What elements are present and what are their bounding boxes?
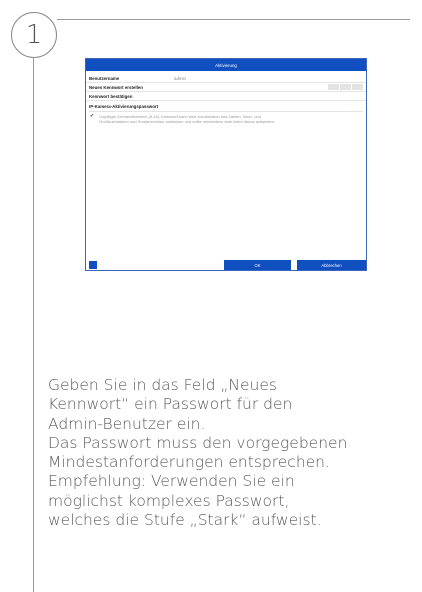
username-label: Benutzername [89, 75, 120, 81]
new-password-label: Neues Kennwort erstellen [89, 84, 143, 90]
strength-segment [340, 84, 351, 90]
step-number-badge: 1 [11, 12, 57, 58]
instruction-line: Geben Sie in das Feld „Neues [48, 376, 277, 394]
instruction-line: welches die Stufe „Stark“ aufweist. [48, 511, 322, 530]
instruction-line: Empfehlung: Verwenden Sie ein [48, 472, 295, 491]
guide-line-horizontal [57, 19, 410, 20]
instruction-line: möglichst komplexes Passwort, [48, 491, 290, 510]
ip-camera-password-label: IP-Kamera-Aktivierungspasswort [89, 104, 159, 109]
instruction-line: Das Passwort muss den vorgegebenen [48, 433, 348, 452]
dialog-title: Aktivierung [215, 62, 237, 68]
dialog-titlebar: Aktivierung [86, 59, 366, 71]
dialog-footer: OK Abbrechen [86, 260, 366, 270]
corner-icon[interactable] [89, 261, 97, 269]
instruction-line: Mindestanforderungen entsprechen. [48, 453, 330, 472]
password-hint: ✔ Urgültiger Kennwortbereich [8-16]. Ken… [86, 112, 366, 125]
instruction-line: Admin-Benutzer ein. [48, 414, 206, 433]
ok-button[interactable]: OK [224, 260, 291, 270]
strength-segment [352, 84, 363, 90]
strength-segment [328, 84, 339, 90]
step-number: 1 [25, 20, 43, 50]
guide-line-vertical [33, 58, 34, 592]
instruction-line: Kennwort“ ein Passwort für den [48, 395, 293, 414]
hint-line: Großbuchstaben und Sonderzeichen aufweis… [99, 119, 276, 124]
password-strength-meter [328, 84, 363, 90]
confirm-password-label: Kennwort bestätigen [89, 93, 133, 99]
cancel-button-label: Abbrechen [321, 262, 342, 268]
checkmark-icon: ✔ [90, 113, 95, 119]
instructions-text: Geben Sie in das Feld „Neues Kennwort“ e… [48, 376, 418, 530]
activation-dialog: Aktivierung Benutzername admin Neues Ken… [85, 58, 367, 271]
username-row: Benutzername admin [86, 74, 366, 83]
username-value: admin [174, 75, 186, 81]
cancel-button[interactable]: Abbrechen [297, 260, 366, 270]
ok-button-label: OK [254, 262, 261, 268]
new-password-row[interactable]: Neues Kennwort erstellen [86, 83, 366, 92]
confirm-password-row[interactable]: Kennwort bestätigen [86, 92, 366, 101]
